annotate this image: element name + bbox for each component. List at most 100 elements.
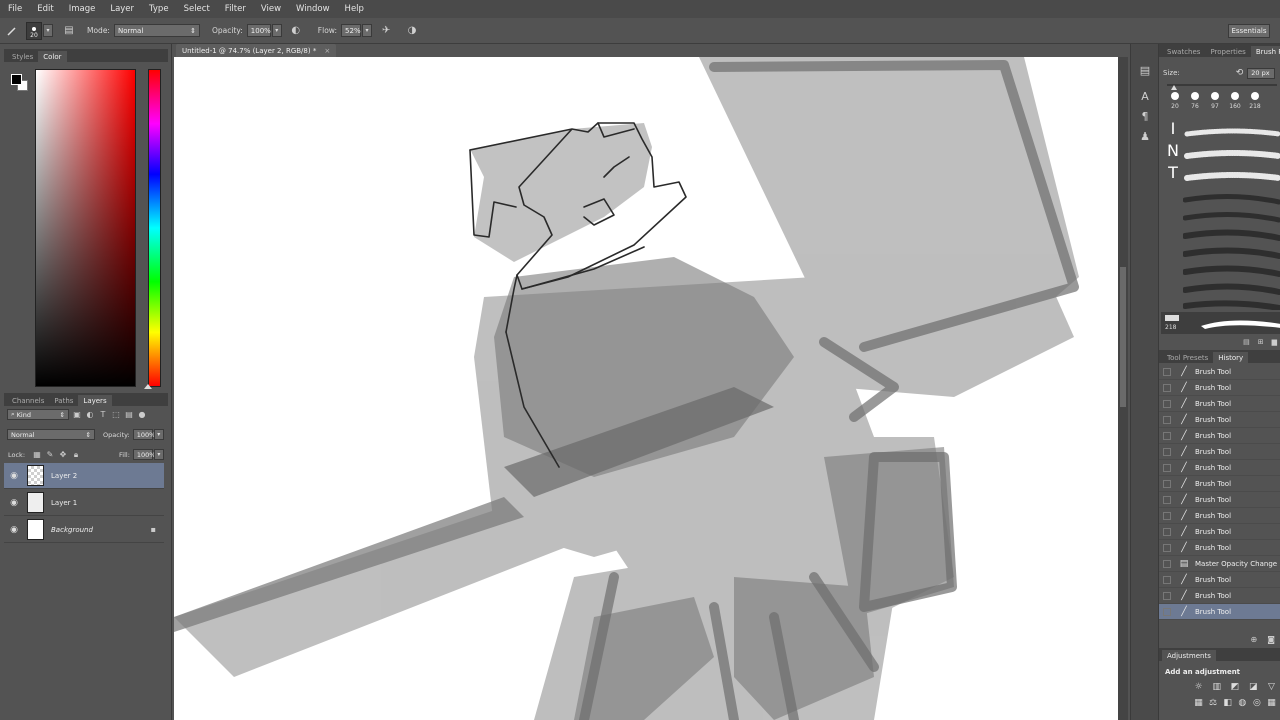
hue-saturation-icon[interactable]: ▦ xyxy=(1193,698,1204,708)
tab-adjustments[interactable]: Adjustments xyxy=(1162,650,1216,661)
tab-history[interactable]: History xyxy=(1213,352,1249,363)
levels-icon[interactable]: ▥ xyxy=(1211,682,1222,692)
canvas[interactable] xyxy=(174,57,1118,720)
airbrush-icon[interactable]: ✈ xyxy=(378,23,394,39)
visibility-eye-icon[interactable]: ◉ xyxy=(7,498,21,508)
filter-shape-icon[interactable]: ⬚ xyxy=(111,410,121,420)
history-source-checkbox[interactable] xyxy=(1163,367,1171,376)
character-panel-icon[interactable]: A xyxy=(1137,88,1153,104)
history-source-checkbox[interactable] xyxy=(1163,511,1171,520)
paragraph-panel-icon[interactable]: ¶ xyxy=(1137,108,1153,124)
filter-toggle-icon[interactable]: ● xyxy=(137,410,147,420)
history-state[interactable]: ╱ Brush Tool xyxy=(1159,428,1280,444)
layer-kind-filter[interactable]: ⌕ Kind ⇕ xyxy=(7,409,69,420)
curves-icon[interactable]: ◩ xyxy=(1230,682,1241,692)
menu-file[interactable]: File xyxy=(6,3,24,15)
color-lookup-icon[interactable]: ▦ xyxy=(1266,698,1277,708)
history-state[interactable]: ╱ Brush Tool xyxy=(1159,524,1280,540)
new-brush-icon[interactable]: ⊞ xyxy=(1258,338,1264,348)
history-state[interactable]: ▤ Master Opacity Change xyxy=(1159,556,1280,572)
color-balance-icon[interactable]: ⚖ xyxy=(1208,698,1219,708)
canvas-vertical-scrollbar[interactable] xyxy=(1118,57,1128,720)
visibility-eye-icon[interactable]: ◉ xyxy=(7,525,21,535)
history-source-checkbox[interactable] xyxy=(1163,559,1171,568)
black-white-icon[interactable]: ◧ xyxy=(1222,698,1233,708)
tab-color[interactable]: Color xyxy=(38,51,67,62)
channel-mixer-icon[interactable]: ◎ xyxy=(1251,698,1262,708)
menu-view[interactable]: View xyxy=(259,3,283,15)
history-source-checkbox[interactable] xyxy=(1163,463,1171,472)
menu-window[interactable]: Window xyxy=(294,3,332,15)
history-source-checkbox[interactable] xyxy=(1163,575,1171,584)
scrollbar-thumb[interactable] xyxy=(1120,267,1126,407)
tab-channels[interactable]: Channels xyxy=(7,395,49,406)
flow-input[interactable]: 52% xyxy=(341,24,362,37)
mode-select[interactable]: Normal ⇕ xyxy=(113,24,200,37)
history-source-checkbox[interactable] xyxy=(1163,527,1171,536)
history-state[interactable]: ╱ Brush Tool xyxy=(1159,364,1280,380)
opacity-dropdown[interactable]: ▾ xyxy=(271,24,282,37)
fill-input[interactable]: 100% xyxy=(132,449,155,460)
history-source-checkbox[interactable] xyxy=(1163,607,1171,616)
tab-swatches[interactable]: Swatches xyxy=(1162,46,1205,57)
lock-transparent-icon[interactable]: ▦ xyxy=(32,450,42,460)
delete-brush-icon[interactable]: ▆ xyxy=(1272,338,1277,348)
hue-slider-handle[interactable] xyxy=(144,384,152,389)
layer-row-layer-2[interactable]: ◉ Layer 2 xyxy=(4,463,164,489)
menu-select[interactable]: Select xyxy=(182,3,212,15)
clone-source-icon[interactable]: ♟ xyxy=(1137,128,1153,144)
history-state[interactable]: ╱ Brush Tool xyxy=(1159,412,1280,428)
filter-pixel-icon[interactable]: ▣ xyxy=(72,410,82,420)
brightness-icon[interactable]: ☼ xyxy=(1193,682,1204,692)
history-state[interactable]: ╱ Brush Tool xyxy=(1159,492,1280,508)
lock-image-icon[interactable]: ✎ xyxy=(45,450,55,460)
menu-edit[interactable]: Edit xyxy=(35,3,55,15)
hue-slider[interactable] xyxy=(148,69,161,387)
flow-dropdown[interactable]: ▾ xyxy=(362,24,373,37)
history-source-checkbox[interactable] xyxy=(1163,383,1171,392)
color-picker-field[interactable] xyxy=(35,69,136,387)
layer-row-background[interactable]: ◉ Background ▪ xyxy=(4,517,164,543)
reset-icon[interactable]: ⟲ xyxy=(1236,68,1244,78)
new-snapshot-icon[interactable]: ⊕ xyxy=(1251,635,1258,647)
brush-panel-icon[interactable]: ▤ xyxy=(1137,62,1153,78)
menu-image[interactable]: Image xyxy=(67,3,98,15)
brush-panel-toggle-icon[interactable]: ▤ xyxy=(61,23,77,39)
history-source-checkbox[interactable] xyxy=(1163,495,1171,504)
menu-type[interactable]: Type xyxy=(147,3,171,15)
filter-type-icon[interactable]: T xyxy=(98,410,108,420)
close-icon[interactable]: × xyxy=(324,47,330,55)
tab-paths[interactable]: Paths xyxy=(49,395,78,406)
menu-layer[interactable]: Layer xyxy=(108,3,136,15)
history-state[interactable]: ╱ Brush Tool xyxy=(1159,460,1280,476)
filter-smart-object-icon[interactable]: ▤ xyxy=(124,410,134,420)
history-state[interactable]: ╱ Brush Tool xyxy=(1159,540,1280,556)
brush-preset-thumb[interactable]: 20 xyxy=(1169,92,1181,110)
history-source-checkbox[interactable] xyxy=(1163,431,1171,440)
history-state[interactable]: ╱ Brush Tool xyxy=(1159,444,1280,460)
history-state[interactable]: ╱ Brush Tool xyxy=(1159,588,1280,604)
brush-preset-thumb[interactable]: 160 xyxy=(1229,92,1241,110)
tab-layers[interactable]: Layers xyxy=(78,395,112,406)
brush-preset-thumb[interactable]: 76 xyxy=(1189,92,1201,110)
history-state[interactable]: ╱ Brush Tool xyxy=(1159,572,1280,588)
tab-styles[interactable]: Styles xyxy=(7,51,38,62)
toggle-brush-panel-icon[interactable]: ▤ xyxy=(1243,338,1250,348)
pressure-opacity-icon[interactable]: ◐ xyxy=(288,23,304,39)
layer-opacity-dropdown[interactable]: ▾ xyxy=(153,429,164,440)
camera-icon[interactable]: ◙ xyxy=(1267,635,1275,647)
history-source-checkbox[interactable] xyxy=(1163,543,1171,552)
vibrance-icon[interactable]: ▽ xyxy=(1266,682,1277,692)
history-source-checkbox[interactable] xyxy=(1163,399,1171,408)
foreground-color-swatch[interactable] xyxy=(11,74,22,85)
layer-blend-mode-select[interactable]: Normal ⇕ xyxy=(7,429,95,440)
opacity-input[interactable]: 100% xyxy=(246,24,271,37)
history-source-checkbox[interactable] xyxy=(1163,447,1171,456)
workspace-switcher[interactable]: Essentials xyxy=(1228,24,1270,38)
history-state[interactable]: ╱ Brush Tool xyxy=(1159,476,1280,492)
tab-brush-presets[interactable]: Brush Presets xyxy=(1250,46,1280,57)
history-state[interactable]: ╱ Brush Tool xyxy=(1159,380,1280,396)
brush-size-dropdown[interactable]: ▾ xyxy=(43,24,53,37)
brush-tool-icon[interactable] xyxy=(4,23,20,39)
lock-position-icon[interactable]: ✥ xyxy=(58,450,68,460)
